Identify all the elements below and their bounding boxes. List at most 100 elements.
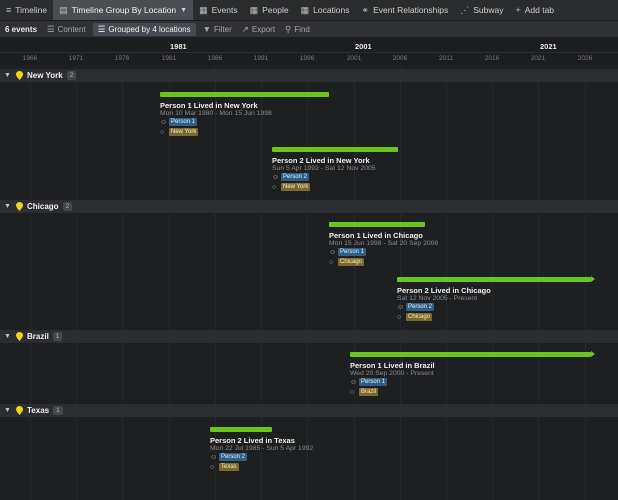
- grid-line: [215, 66, 216, 500]
- tab-label: Locations: [313, 5, 350, 15]
- chevron-down-icon[interactable]: ▼: [4, 333, 14, 340]
- chevron-down-icon[interactable]: ▼: [180, 7, 187, 14]
- tab-label: Event Relationships: [373, 5, 449, 15]
- grouped-by-button[interactable]: ☰ Grouped by 4 locations: [92, 22, 196, 36]
- person-badge[interactable]: Person 1: [169, 118, 198, 126]
- tab-subway[interactable]: ⋰ Subway: [454, 0, 509, 20]
- event-date: Wed 20 Sep 2000 - Present: [350, 370, 434, 377]
- event-title[interactable]: Person 2 Lived in New York: [272, 156, 370, 165]
- chevron-down-icon[interactable]: ▼: [4, 72, 14, 79]
- grid-line: [76, 66, 77, 500]
- person-icon: ☺: [350, 378, 358, 386]
- content-label: Content: [57, 24, 86, 34]
- event-bar[interactable]: [210, 427, 272, 432]
- time-ruler[interactable]: 1981 2001 2021 1966 1971 1976 1981 1986 …: [0, 38, 618, 66]
- location-pin-icon: [16, 332, 23, 341]
- event-date: Mon 22 Jul 1985 - Sun 5 Apr 1992: [210, 445, 314, 452]
- tab-timeline-group-by-location[interactable]: ▤ Timeline Group By Location ▼: [53, 0, 194, 20]
- find-button[interactable]: ⚲ Find: [280, 21, 315, 38]
- add-tab-button[interactable]: + Add tab: [509, 0, 560, 20]
- tab-people[interactable]: ▦ People: [244, 0, 295, 20]
- tab-event-relationships[interactable]: ⚭ Event Relationships: [356, 0, 455, 20]
- location-badge[interactable]: New York: [169, 128, 199, 136]
- filter-button[interactable]: ▼ Filter: [198, 21, 237, 38]
- group-name: Chicago: [27, 202, 59, 211]
- relationship-icon: ⚭: [361, 4, 370, 15]
- location-badge[interactable]: Texas: [219, 463, 239, 471]
- content-button[interactable]: ☰ Content: [42, 21, 91, 38]
- group-name: Texas: [27, 406, 50, 415]
- event-title[interactable]: Person 1 Lived in Brazil: [350, 361, 435, 370]
- location-badge[interactable]: Chicago: [406, 313, 433, 321]
- tab-locations[interactable]: ▦ Locations: [295, 0, 356, 20]
- group-header-texas[interactable]: ▼ Texas 1: [0, 404, 618, 417]
- group-count-badge: 1: [52, 332, 63, 341]
- grid-line: [354, 66, 355, 500]
- event-location-row: ○ Chicago: [397, 313, 433, 321]
- event-title[interactable]: Person 2 Lived in Texas: [210, 436, 295, 445]
- event-person-row: ☺ Person 2: [272, 173, 310, 181]
- person-badge[interactable]: Person 2: [406, 303, 435, 311]
- person-badge[interactable]: Person 1: [359, 378, 388, 386]
- location-badge[interactable]: Brazil: [359, 388, 379, 396]
- table-icon: ▦: [300, 4, 310, 15]
- event-location-row: ○ New York: [160, 128, 199, 136]
- person-badge[interactable]: Person 2: [281, 173, 310, 181]
- location-pin-outline-icon: ○: [350, 388, 355, 396]
- chevron-down-icon[interactable]: ▼: [4, 203, 14, 210]
- event-bar-ongoing[interactable]: [350, 351, 595, 357]
- minor-tick-label: 1976: [114, 55, 130, 62]
- tab-label: Events: [211, 5, 238, 15]
- tab-label: Timeline: [15, 5, 48, 15]
- minor-tick-label: 2001: [346, 55, 362, 62]
- tab-events[interactable]: ▦ Events: [193, 0, 244, 20]
- group-header-chicago[interactable]: ▼ Chicago 2: [0, 200, 618, 213]
- export-icon: ↗: [241, 23, 249, 34]
- event-location-row: ○ New York: [272, 183, 311, 191]
- grid-line: [446, 66, 447, 500]
- event-title[interactable]: Person 1 Lived in New York: [160, 101, 258, 110]
- grouped-label: Grouped by 4 locations: [108, 24, 191, 34]
- group-header-new-york[interactable]: ▼ New York 2: [0, 69, 618, 82]
- event-bar[interactable]: [329, 222, 425, 227]
- tab-timeline[interactable]: ≡ Timeline: [0, 0, 53, 20]
- grid-line: [261, 66, 262, 500]
- event-title[interactable]: Person 1 Lived in Chicago: [329, 231, 423, 240]
- location-pin-outline-icon: ○: [397, 313, 402, 321]
- tab-label: People: [262, 5, 289, 15]
- content-icon: ☰: [47, 23, 55, 34]
- minor-tick-label: 2006: [392, 55, 408, 62]
- event-date: Sun 5 Apr 1992 - Sat 12 Nov 2005: [272, 165, 376, 172]
- find-label: Find: [294, 24, 310, 34]
- tab-label: Subway: [473, 5, 504, 15]
- event-bar-ongoing[interactable]: [397, 276, 595, 282]
- person-badge[interactable]: Person 1: [338, 248, 367, 256]
- minor-tick-label: 1971: [68, 55, 84, 62]
- grid-line: [30, 66, 31, 500]
- minor-tick-label: 1981: [161, 55, 177, 62]
- major-tick-label: 2001: [355, 42, 372, 51]
- location-badge[interactable]: New York: [281, 183, 311, 191]
- chevron-down-icon[interactable]: ▼: [4, 407, 14, 414]
- event-title[interactable]: Person 2 Lived in Chicago: [397, 286, 491, 295]
- event-bar[interactable]: [272, 147, 398, 152]
- event-date: Mon 15 Jun 1998 - Sat 20 Sep 2008: [329, 240, 439, 247]
- grid-line: [585, 66, 586, 500]
- group-header-brazil[interactable]: ▼ Brazil 1: [0, 330, 618, 343]
- event-bar[interactable]: [160, 92, 329, 97]
- person-icon: ☺: [272, 173, 280, 181]
- minor-tick-label: 1966: [22, 55, 38, 62]
- group-count-badge: 2: [62, 202, 73, 211]
- layers-icon: ☰: [97, 23, 106, 34]
- event-location-row: ○ Texas: [210, 463, 239, 471]
- person-badge[interactable]: Person 2: [219, 453, 248, 461]
- timeline-icon: ≡: [6, 5, 12, 15]
- search-icon: ⚲: [285, 23, 292, 34]
- export-button[interactable]: ↗ Export: [237, 21, 280, 38]
- grid-line: [122, 66, 123, 500]
- location-badge[interactable]: Chicago: [338, 258, 365, 266]
- grid-line: [307, 66, 308, 500]
- event-person-row: ☺ Person 1: [160, 118, 198, 126]
- export-label: Export: [251, 24, 276, 34]
- location-pin-outline-icon: ○: [160, 128, 165, 136]
